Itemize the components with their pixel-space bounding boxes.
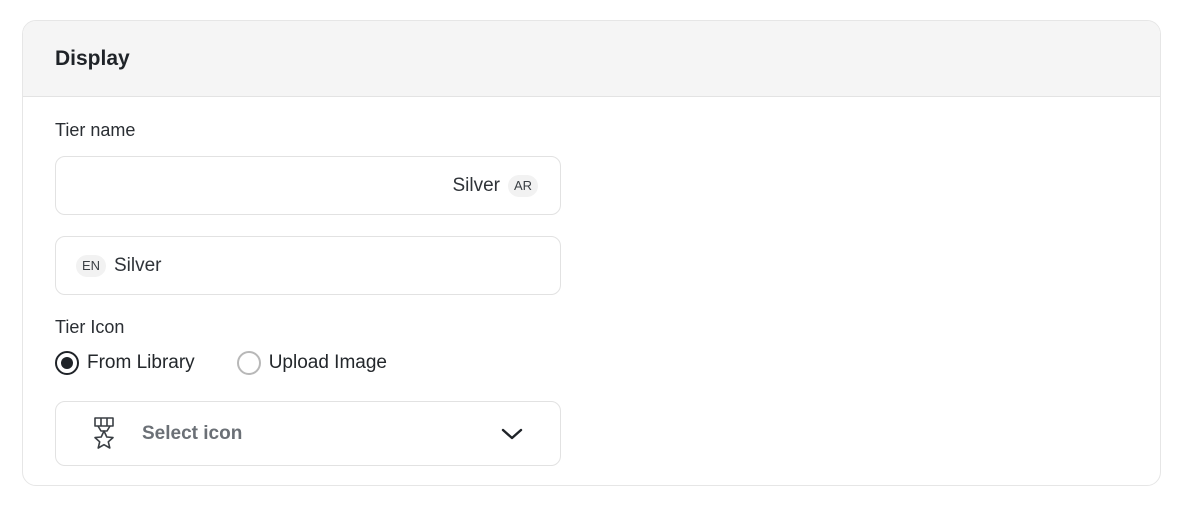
medal-icon [91,416,117,451]
tier-name-ar-input[interactable]: Silver AR [55,156,561,215]
card-header: Display [23,21,1160,97]
tier-name-en-input[interactable]: EN Silver [55,236,561,295]
lang-badge-ar: AR [508,174,538,197]
radio-checked-indicator [55,351,79,375]
tier-name-label: Tier name [55,120,136,140]
radio-upload-image[interactable]: Upload Image [236,351,387,375]
select-icon-placeholder: Select icon [142,422,243,444]
tier-icon-label: Tier Icon [55,317,125,337]
radio-unchecked-indicator [236,351,261,375]
display-card: Display Tier name Silver AR EN Silver Ti… [22,20,1161,486]
tier-name-ar-value: Silver [452,174,500,196]
section-title: Display [55,46,130,70]
radio-from-library-label: From Library [87,352,195,373]
radio-from-library[interactable]: From Library [55,351,195,375]
icon-source-radio-group: From Library Upload Image [55,351,429,375]
tier-name-en-value: Silver [114,254,162,276]
lang-badge-en: EN [76,254,106,277]
select-icon-dropdown[interactable]: Select icon [55,401,561,466]
radio-upload-image-label: Upload Image [268,352,387,373]
chevron-down-icon [500,422,524,446]
